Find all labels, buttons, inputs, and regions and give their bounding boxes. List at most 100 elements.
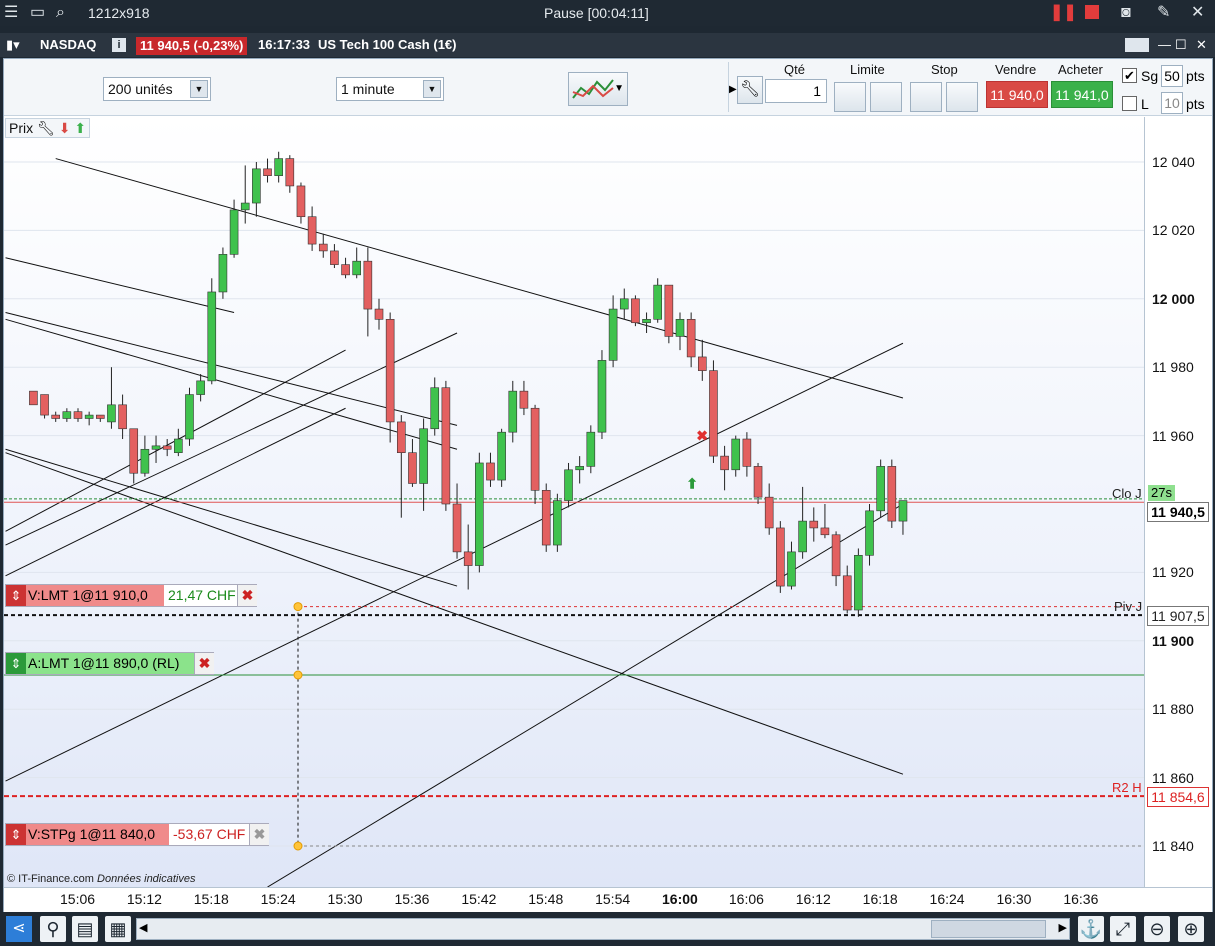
chart-scrollbar[interactable]: ◀ ▶ bbox=[136, 918, 1070, 940]
x-tick-label: 15:12 bbox=[126, 891, 162, 907]
sell-stop-label: V:STPg 1@11 840,0 bbox=[28, 826, 156, 842]
scroll-left-icon[interactable]: ◀ bbox=[139, 921, 147, 934]
candle-body bbox=[363, 260, 373, 310]
candle-body bbox=[608, 308, 618, 361]
sell-limit-pl: 21,47 CHF bbox=[164, 585, 240, 606]
zoom-fit-icon[interactable]: ⤢ bbox=[1110, 916, 1136, 942]
buy-limit-label: A:LMT 1@11 890,0 (RL) bbox=[28, 655, 180, 671]
candle-body bbox=[196, 380, 205, 395]
x-tick-label: 16:24 bbox=[929, 891, 965, 907]
sell-limit-order[interactable]: ⇕ V:LMT 1@11 910,0 21,47 CHF ✖ bbox=[5, 584, 257, 607]
markers: ✖⬆ bbox=[686, 428, 708, 492]
bars-icon[interactable]: ▦ bbox=[105, 916, 131, 942]
candle-body bbox=[519, 390, 529, 409]
y-tick-label: 11 840 bbox=[1152, 838, 1194, 854]
candle-body bbox=[95, 414, 105, 419]
candle-body bbox=[564, 469, 573, 501]
candle-body bbox=[296, 185, 306, 218]
sell-limit-label: V:LMT 1@11 910,0 bbox=[28, 587, 148, 603]
magnet-icon[interactable]: ⚓ bbox=[1078, 916, 1104, 942]
close-icon[interactable]: ✖ bbox=[249, 824, 269, 845]
candle-body bbox=[597, 360, 607, 433]
x-tick-label: 16:36 bbox=[1063, 891, 1099, 907]
candle-body bbox=[497, 431, 506, 481]
candle-body bbox=[285, 158, 295, 187]
candle-body bbox=[720, 455, 729, 471]
x-tick-label: 15:42 bbox=[461, 891, 497, 907]
candle-body bbox=[385, 319, 395, 423]
x-tick-label: 15:36 bbox=[394, 891, 430, 907]
x-tick-label: 15:18 bbox=[193, 891, 229, 907]
x-tick-label: 15:06 bbox=[60, 891, 96, 907]
candle-body bbox=[653, 284, 663, 320]
x-tick-label: 15:30 bbox=[327, 891, 363, 907]
candle-body bbox=[865, 510, 874, 556]
candle-body bbox=[51, 414, 61, 419]
candle-body bbox=[40, 394, 49, 416]
clo-label: Clo J bbox=[1112, 486, 1142, 501]
candle-body bbox=[240, 202, 250, 211]
candle-body bbox=[307, 216, 317, 245]
x-tick-label: 15:54 bbox=[595, 891, 631, 907]
candle-body bbox=[686, 319, 696, 358]
chart-canvas: ✖⬆ bbox=[4, 151, 1144, 887]
credit-owner: © IT-Finance.com bbox=[7, 873, 94, 885]
x-tick-label: 16:06 bbox=[728, 891, 764, 907]
crosshair-icon[interactable]: ⚲ bbox=[40, 916, 66, 942]
trend-line bbox=[5, 407, 346, 577]
zoom-in-icon[interactable]: ⊕ bbox=[1178, 916, 1204, 942]
candle-body bbox=[174, 438, 183, 453]
zoom-out-icon[interactable]: ⊖ bbox=[1144, 916, 1170, 942]
candle-body bbox=[151, 445, 161, 450]
candle-body bbox=[664, 284, 674, 337]
candle-body bbox=[129, 428, 139, 474]
candle-body bbox=[530, 407, 540, 491]
candle-body bbox=[341, 264, 350, 276]
candle-body bbox=[820, 527, 830, 536]
drag-handle-icon[interactable]: ⇕ bbox=[6, 585, 26, 606]
credit-note: Données indicatives bbox=[97, 873, 196, 885]
close-timer: 27s bbox=[1148, 485, 1175, 501]
buy-limit-order[interactable]: ⇕ A:LMT 1@11 890,0 (RL) ✖ bbox=[5, 652, 214, 675]
candle-body bbox=[475, 462, 484, 566]
x-tick-label: 16:00 bbox=[662, 891, 698, 907]
x-tick-label: 16:12 bbox=[795, 891, 831, 907]
drag-handle-icon[interactable]: ⇕ bbox=[6, 824, 26, 845]
trend-line bbox=[267, 503, 904, 887]
candle-body bbox=[207, 291, 217, 382]
candle-body bbox=[229, 209, 239, 255]
sell-stop-order[interactable]: ⇕ V:STPg 1@11 840,0 -53,67 CHF ✖ bbox=[5, 823, 269, 846]
candle-body bbox=[118, 404, 127, 430]
x-tick-label: 15:48 bbox=[528, 891, 564, 907]
candle-body bbox=[430, 387, 440, 430]
order-handle bbox=[293, 602, 303, 612]
candle-body bbox=[252, 168, 261, 204]
x-tick-label: 16:30 bbox=[996, 891, 1032, 907]
scroll-thumb[interactable] bbox=[931, 920, 1046, 938]
candle-body bbox=[508, 390, 518, 433]
candle-body bbox=[441, 387, 451, 505]
candle-body bbox=[631, 298, 640, 324]
pivot-label: Piv J bbox=[1114, 599, 1143, 614]
candle-body bbox=[463, 551, 473, 566]
notes-icon[interactable]: ▤ bbox=[72, 916, 98, 942]
candle-body bbox=[697, 356, 707, 371]
candle-body bbox=[107, 404, 116, 423]
candle-body bbox=[642, 319, 651, 324]
share-icon[interactable]: ⋖ bbox=[6, 916, 32, 942]
candle-body bbox=[787, 551, 796, 587]
scroll-right-icon[interactable]: ▶ bbox=[1059, 921, 1067, 934]
exit-marker: ✖ bbox=[696, 428, 708, 444]
drag-handle-icon[interactable]: ⇕ bbox=[6, 653, 26, 674]
candle-body bbox=[318, 243, 328, 252]
candle-body bbox=[396, 421, 406, 454]
candle-body bbox=[586, 431, 596, 467]
candle-body bbox=[798, 520, 807, 553]
candle-body bbox=[29, 390, 38, 406]
y-tick-label: 11 860 bbox=[1152, 769, 1194, 786]
close-icon[interactable]: ✖ bbox=[237, 585, 257, 606]
close-icon[interactable]: ✖ bbox=[194, 653, 214, 674]
candle-body bbox=[776, 527, 785, 587]
y-tick-label: 11 900 bbox=[1152, 632, 1195, 649]
x-tick-label: 15:24 bbox=[260, 891, 296, 907]
